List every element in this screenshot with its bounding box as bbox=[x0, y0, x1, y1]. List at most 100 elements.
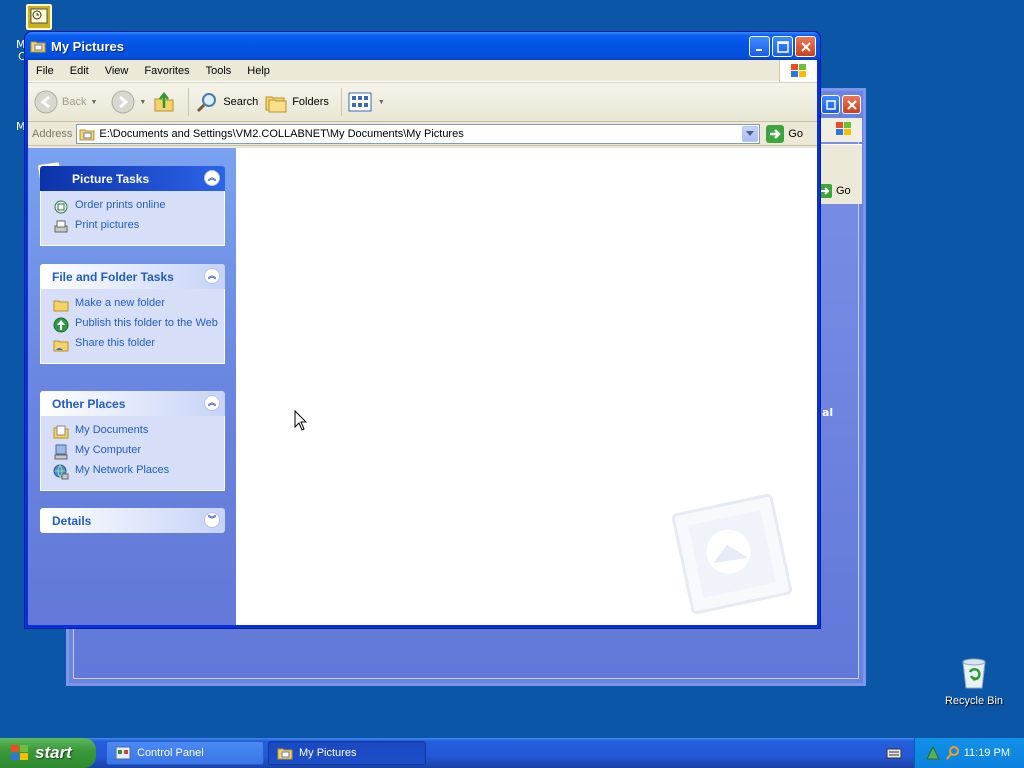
up-folder-button[interactable] bbox=[152, 90, 176, 114]
menu-edit[interactable]: Edit bbox=[62, 65, 97, 77]
search-tray-icon[interactable] bbox=[945, 745, 961, 761]
my-computer-link[interactable]: My Computer bbox=[53, 444, 224, 460]
menu-bar: File Edit View Favorites Tools Help bbox=[28, 60, 817, 82]
bg-close-button[interactable] bbox=[842, 95, 861, 114]
file-folder-tasks-title: File and Folder Tasks bbox=[52, 269, 174, 284]
details-header[interactable]: Details ︾ bbox=[40, 508, 225, 533]
go-label: Go bbox=[788, 127, 804, 140]
print-pictures-label: Print pictures bbox=[75, 219, 140, 231]
my-computer-label: My Computer bbox=[75, 444, 142, 456]
network-tray-icon[interactable] bbox=[925, 745, 941, 761]
standard-toolbar: Back ▼ ▼ Search Folders ▼ bbox=[28, 82, 817, 122]
menu-help[interactable]: Help bbox=[239, 65, 278, 77]
other-places-header[interactable]: Other Places ︽ bbox=[40, 391, 225, 416]
window-title: My Pictures bbox=[51, 38, 124, 54]
share-folder-icon bbox=[53, 340, 69, 352]
address-value: E:\Documents and Settings\VM2.COLLABNET\… bbox=[99, 127, 464, 140]
share-folder-link[interactable]: Share this folder bbox=[53, 337, 224, 353]
recycle-bin-label: Recycle Bin bbox=[944, 695, 1004, 707]
address-dropdown-button[interactable] bbox=[742, 125, 759, 142]
address-input[interactable]: E:\Documents and Settings\VM2.COLLABNET\… bbox=[76, 123, 761, 144]
views-icon bbox=[348, 92, 372, 112]
collapse-icon[interactable]: ︽ bbox=[204, 268, 220, 284]
keyboard-icon[interactable] bbox=[886, 746, 902, 760]
windows-flag-icon bbox=[11, 745, 28, 760]
bg-partial-text: al bbox=[822, 406, 834, 419]
publish-web-icon bbox=[53, 317, 69, 333]
maximize-button[interactable] bbox=[772, 36, 793, 57]
taskbar: start Control Panel My Pictures 11:19 PM bbox=[0, 738, 1024, 768]
file-view-area[interactable] bbox=[236, 148, 817, 625]
taskbar-my-pictures[interactable]: My Pictures bbox=[268, 741, 426, 765]
file-folder-tasks-header[interactable]: File and Folder Tasks ︽ bbox=[40, 264, 225, 289]
menu-tools[interactable]: Tools bbox=[198, 65, 240, 77]
share-folder-label: Share this folder bbox=[75, 337, 156, 349]
order-prints-link[interactable]: Order prints online bbox=[53, 199, 224, 215]
folder-pictures-icon bbox=[30, 41, 46, 53]
taskbar-control-panel[interactable]: Control Panel bbox=[106, 741, 264, 765]
start-label: start bbox=[35, 743, 72, 762]
close-button[interactable] bbox=[795, 36, 816, 57]
menu-view[interactable]: View bbox=[97, 65, 137, 77]
my-documents-link[interactable]: My Documents bbox=[53, 424, 224, 440]
my-documents-label: My Documents bbox=[75, 424, 149, 436]
back-button[interactable]: Back ▼ bbox=[34, 90, 97, 114]
order-prints-icon bbox=[54, 200, 68, 214]
forward-dropdown-icon[interactable]: ▼ bbox=[139, 99, 146, 106]
minimize-icon bbox=[755, 48, 762, 51]
my-pictures-window[interactable]: My Pictures File Edit View Favorites Too… bbox=[24, 31, 821, 629]
mouse-cursor-icon bbox=[294, 410, 308, 431]
views-dropdown-icon[interactable]: ▼ bbox=[378, 99, 385, 106]
forward-button[interactable]: ▼ bbox=[111, 90, 146, 114]
my-pictures-watermark-icon bbox=[671, 493, 793, 615]
go-button[interactable]: Go bbox=[766, 124, 804, 143]
up-folder-icon bbox=[154, 91, 174, 112]
chevron-down-icon bbox=[746, 130, 755, 136]
details-panel: Details ︾ bbox=[40, 508, 225, 533]
taskbar-control-panel-label: Control Panel bbox=[137, 747, 204, 759]
back-label: Back bbox=[62, 96, 87, 108]
task-pane: Picture Tasks ︽ Order prints online Prin… bbox=[28, 148, 236, 625]
clock[interactable]: 11:19 PM bbox=[964, 747, 1010, 759]
publish-folder-link[interactable]: Publish this folder to the Web bbox=[53, 317, 224, 333]
minimize-button[interactable] bbox=[749, 36, 770, 57]
folder-pictures-icon bbox=[277, 748, 293, 760]
picture-tasks-header[interactable]: Picture Tasks ︽ bbox=[40, 166, 225, 191]
folder-pictures-icon bbox=[79, 129, 95, 140]
collapse-icon[interactable]: ︽ bbox=[204, 170, 220, 186]
my-network-places-link[interactable]: My Network Places bbox=[53, 464, 224, 480]
recycle-bin[interactable]: Recycle Bin bbox=[944, 656, 1004, 707]
bg-go-button[interactable]: Go bbox=[818, 184, 851, 198]
network-places-icon bbox=[53, 464, 69, 480]
make-new-folder-link[interactable]: Make a new folder bbox=[53, 297, 224, 313]
publish-folder-label: Publish this folder to the Web bbox=[75, 317, 218, 329]
search-label: Search bbox=[223, 96, 259, 108]
menu-file[interactable]: File bbox=[28, 65, 62, 77]
order-prints-label: Order prints online bbox=[75, 199, 166, 211]
windows-logo-icon bbox=[779, 60, 817, 82]
print-pictures-link[interactable]: Print pictures bbox=[53, 219, 224, 235]
my-documents-icon bbox=[53, 425, 69, 439]
bg-maximize-button[interactable] bbox=[821, 95, 840, 114]
search-icon bbox=[197, 93, 217, 113]
views-button[interactable]: ▼ bbox=[348, 91, 385, 113]
folders-icon bbox=[265, 96, 287, 113]
start-button[interactable]: start bbox=[0, 738, 96, 768]
picture-tasks-panel: Picture Tasks ︽ Order prints online Prin… bbox=[37, 161, 225, 246]
my-computer-icon bbox=[54, 444, 68, 460]
desktop-shortcut-icon[interactable] bbox=[26, 4, 52, 30]
folders-button[interactable]: Folders bbox=[264, 90, 329, 114]
system-tray: 11:19 PM bbox=[914, 738, 1024, 768]
search-button[interactable]: Search bbox=[195, 90, 258, 114]
new-folder-icon bbox=[53, 300, 69, 312]
taskbar-my-pictures-label: My Pictures bbox=[299, 747, 357, 759]
title-bar[interactable]: My Pictures bbox=[25, 32, 820, 60]
file-folder-tasks-panel: File and Folder Tasks ︽ Make a new folde… bbox=[40, 264, 225, 364]
make-new-folder-label: Make a new folder bbox=[75, 297, 165, 309]
close-icon bbox=[800, 41, 811, 52]
back-dropdown-icon[interactable]: ▼ bbox=[90, 99, 97, 106]
menu-favorites[interactable]: Favorites bbox=[136, 65, 197, 77]
expand-icon[interactable]: ︾ bbox=[204, 512, 220, 528]
collapse-icon[interactable]: ︽ bbox=[204, 395, 220, 411]
back-arrow-icon bbox=[34, 90, 58, 114]
